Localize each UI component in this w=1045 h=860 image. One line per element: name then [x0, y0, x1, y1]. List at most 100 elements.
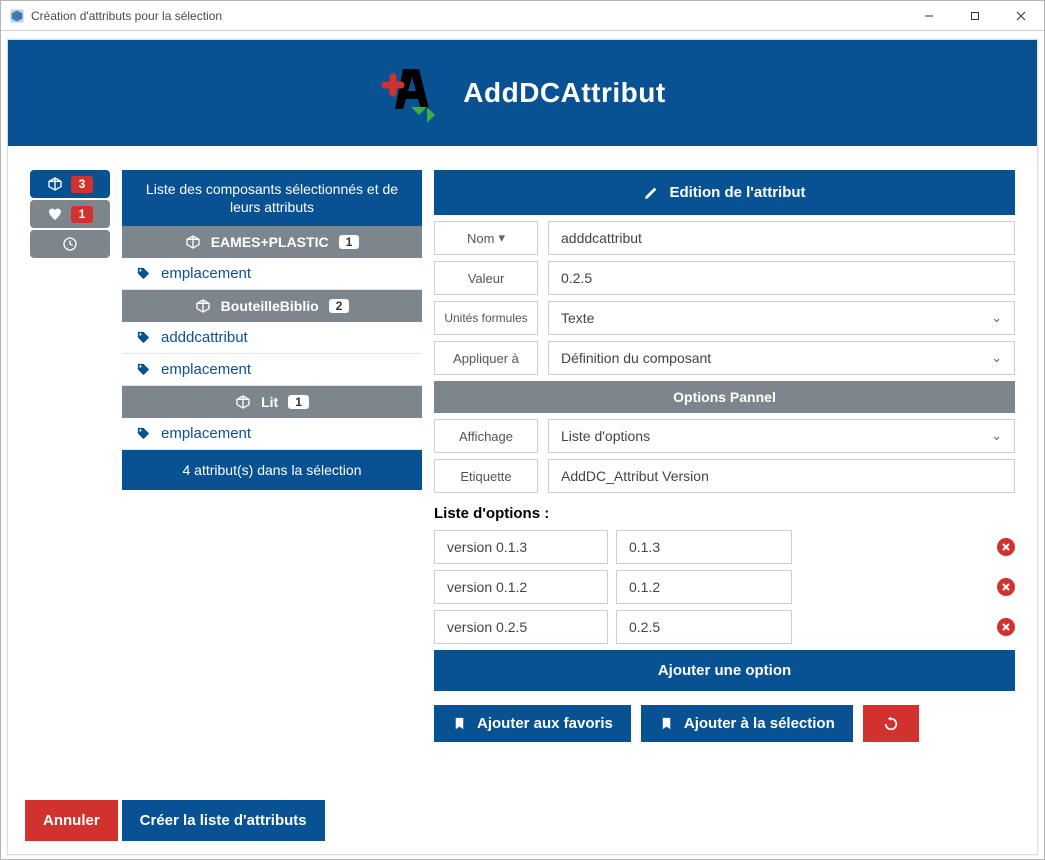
label-valeur: Valeur: [434, 261, 538, 295]
cancel-button[interactable]: Annuler: [25, 800, 118, 841]
chevron-down-icon: ⌄: [991, 428, 1002, 444]
add-selection-button[interactable]: Ajouter à la sélection: [641, 705, 853, 742]
app-window: Création d'attributs pour la sélection: [0, 0, 1045, 860]
label-appliquer: Appliquer à: [434, 341, 538, 375]
option-label-input[interactable]: version 0.1.3: [434, 530, 608, 564]
option-row: version 0.1.3 0.1.3: [434, 530, 1015, 564]
minimize-button[interactable]: [906, 1, 952, 31]
chevron-down-icon: ⌄: [991, 310, 1002, 326]
editor-title: Edition de l'attribut: [434, 170, 1015, 215]
add-favorite-button[interactable]: Ajouter aux favoris: [434, 705, 631, 742]
attribute-name: adddcattribut: [161, 329, 248, 346]
favorites-button[interactable]: 1: [30, 200, 110, 228]
attribute-item[interactable]: emplacement: [122, 418, 422, 450]
app-logo-icon: [379, 59, 447, 127]
option-value-input[interactable]: 0.2.5: [616, 610, 792, 644]
delete-option-button[interactable]: [997, 618, 1015, 636]
select-affichage[interactable]: Liste d'options ⌄: [548, 419, 1015, 453]
input-valeur[interactable]: 0.2.5: [548, 261, 1015, 295]
cube-icon: [47, 176, 63, 192]
add-selection-label: Ajouter à la sélection: [684, 715, 835, 732]
component-count: 2: [329, 299, 350, 313]
tag-icon: [136, 362, 151, 377]
component-header[interactable]: BouteilleBiblio 2: [122, 290, 422, 322]
input-etiquette[interactable]: AddDC_Attribut Version: [548, 459, 1015, 493]
header-band: AddDCAttribut: [8, 40, 1037, 146]
label-unites: Unités formules: [434, 301, 538, 335]
header-title: AddDCAttribut: [463, 77, 665, 109]
heart-icon: [47, 206, 63, 222]
bottom-bar: Annuler Créer la liste d'attributs: [25, 800, 325, 841]
fav-badge: 1: [71, 206, 94, 223]
editor-panel: Edition de l'attribut Nom▾ adddcattribut…: [434, 170, 1015, 742]
component-list-title: Liste des composants sélectionnés et de …: [122, 170, 422, 226]
option-row: version 0.1.2 0.1.2: [434, 570, 1015, 604]
component-name: Lit: [261, 394, 278, 410]
close-icon: [1001, 622, 1011, 632]
delete-option-button[interactable]: [997, 538, 1015, 556]
add-option-button[interactable]: Ajouter une option: [434, 650, 1015, 691]
select-unites[interactable]: Texte ⌄: [548, 301, 1015, 335]
select-appliquer[interactable]: Définition du composant ⌄: [548, 341, 1015, 375]
component-header[interactable]: EAMES+PLASTIC 1: [122, 226, 422, 258]
attribute-item[interactable]: adddcattribut: [122, 322, 422, 354]
value-affichage: Liste d'options: [561, 428, 650, 444]
component-header[interactable]: Lit 1: [122, 386, 422, 418]
reset-button[interactable]: [863, 705, 919, 742]
tag-icon: [136, 266, 151, 281]
selected-components-button[interactable]: 3: [30, 170, 110, 198]
bookmark-icon: [452, 716, 467, 731]
label-affichage: Affichage: [434, 419, 538, 453]
component-count: 1: [288, 395, 309, 409]
option-row: version 0.2.5 0.2.5: [434, 610, 1015, 644]
value-unites: Texte: [561, 310, 594, 326]
component-name: EAMES+PLASTIC: [211, 234, 329, 250]
component-name: BouteilleBiblio: [221, 298, 319, 314]
cube-icon: [185, 234, 201, 250]
add-favorite-label: Ajouter aux favoris: [477, 715, 613, 732]
pencil-icon: [643, 185, 659, 201]
maximize-button[interactable]: [952, 1, 998, 31]
attribute-item[interactable]: emplacement: [122, 354, 422, 386]
window-title-text: Création d'attributs pour la sélection: [31, 9, 222, 23]
option-label-input[interactable]: version 0.2.5: [434, 610, 608, 644]
attribute-item[interactable]: emplacement: [122, 258, 422, 290]
input-nom[interactable]: adddcattribut: [548, 221, 1015, 255]
attribute-name: emplacement: [161, 361, 251, 378]
action-row: Ajouter aux favoris Ajouter à la sélecti…: [434, 705, 1015, 742]
history-button[interactable]: [30, 230, 110, 258]
main-area: 3 1 Liste des composants sélecti: [8, 146, 1037, 854]
value-etiquette: AddDC_Attribut Version: [561, 468, 709, 484]
component-list-footer: 4 attribut(s) dans la sélection: [122, 450, 422, 490]
option-label-input[interactable]: version 0.1.2: [434, 570, 608, 604]
chevron-down-icon: ⌄: [991, 350, 1002, 366]
delete-option-button[interactable]: [997, 578, 1015, 596]
component-count: 1: [339, 235, 360, 249]
cube-icon: [195, 298, 211, 314]
attribute-name: emplacement: [161, 425, 251, 442]
value-valeur: 0.2.5: [561, 270, 592, 286]
option-value-input[interactable]: 0.1.2: [616, 570, 792, 604]
bookmark-icon: [659, 716, 674, 731]
cube-badge: 3: [71, 176, 94, 193]
value-nom: adddcattribut: [561, 230, 642, 246]
title-bar: Création d'attributs pour la sélection: [1, 1, 1044, 31]
title-left: Création d'attributs pour la sélection: [1, 8, 222, 24]
value-appliquer: Définition du composant: [561, 350, 711, 366]
reload-icon: [883, 716, 899, 732]
label-etiquette: Etiquette: [434, 459, 538, 493]
options-list-label: Liste d'options :: [434, 499, 1015, 524]
tag-icon: [136, 330, 151, 345]
editor-title-text: Edition de l'attribut: [669, 184, 805, 201]
option-value-input[interactable]: 0.1.3: [616, 530, 792, 564]
create-list-button[interactable]: Créer la liste d'attributs: [122, 800, 325, 841]
dialog-body: AddDCAttribut 3 1: [7, 39, 1038, 855]
attribute-name: emplacement: [161, 265, 251, 282]
window-controls: [906, 1, 1044, 31]
close-icon: [1001, 542, 1011, 552]
close-button[interactable]: [998, 1, 1044, 31]
label-nom[interactable]: Nom▾: [434, 221, 538, 255]
component-list-panel: Liste des composants sélectionnés et de …: [122, 170, 422, 490]
chevron-down-icon: ▾: [498, 230, 505, 246]
tag-icon: [136, 426, 151, 441]
